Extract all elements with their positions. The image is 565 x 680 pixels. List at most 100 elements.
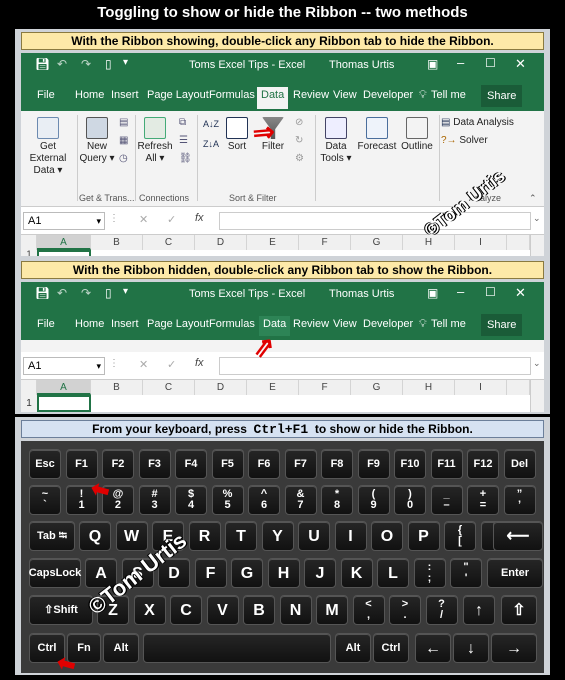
solver-button[interactable]: ?→ Solver	[441, 135, 488, 147]
name-box[interactable]: A1 ▾	[23, 357, 105, 375]
tab-view[interactable]: View	[333, 318, 357, 330]
key-blank[interactable]: ↓	[453, 633, 489, 663]
column-header[interactable]: G	[351, 235, 403, 250]
tell-me-box[interactable]: Tell me	[431, 318, 466, 330]
active-cell-a1[interactable]	[37, 395, 91, 412]
key-y[interactable]: Y	[261, 521, 294, 551]
refresh-all-button[interactable]: Refresh All ▾	[137, 117, 173, 165]
key-6[interactable]: ^ 6	[248, 485, 280, 515]
close-icon[interactable]: ✕	[515, 285, 526, 301]
key-4[interactable]: $4	[175, 485, 207, 515]
column-header[interactable]: E	[247, 235, 299, 250]
tab-view[interactable]: View	[333, 89, 357, 101]
key-k[interactable]: K	[340, 558, 373, 588]
tell-me-box[interactable]: Tell me	[431, 89, 466, 101]
ribbon-options-icon[interactable]: ▣	[427, 286, 438, 300]
key-v[interactable]: V	[206, 595, 239, 625]
key-j[interactable]: J	[304, 558, 336, 588]
row-header[interactable]: 1	[21, 250, 37, 256]
row-header[interactable]: 1	[21, 395, 37, 412]
maximize-icon[interactable]: ☐	[485, 285, 496, 299]
key-p[interactable]: P	[407, 521, 440, 551]
tab-file[interactable]: File	[37, 89, 55, 101]
vertical-scrollbar[interactable]	[530, 235, 544, 256]
key-blank[interactable]: ↑	[463, 595, 495, 625]
key-esc[interactable]: Esc	[29, 449, 61, 479]
select-all-corner[interactable]	[21, 380, 37, 395]
tab-home[interactable]: Home	[75, 89, 104, 101]
maximize-icon[interactable]: ☐	[485, 56, 496, 70]
column-header[interactable]: I	[455, 235, 507, 250]
key-t[interactable]: T	[225, 521, 257, 551]
key-blank[interactable]: ”’	[503, 485, 536, 515]
tab-developer[interactable]: Developer	[363, 89, 413, 101]
key-blank[interactable]: {[	[444, 521, 476, 551]
key-f10[interactable]: F10	[394, 449, 426, 479]
key-h[interactable]: H	[267, 558, 300, 588]
clear-filter-icon[interactable]: ⊘	[295, 117, 303, 128]
key-7[interactable]: & 7	[284, 485, 317, 515]
key-del[interactable]: Del	[503, 449, 536, 479]
tab-review[interactable]: Review	[293, 89, 329, 101]
column-header[interactable]: A	[37, 235, 91, 250]
key-o[interactable]: O	[371, 521, 403, 551]
new-file-icon[interactable]: ▯	[105, 57, 112, 71]
tab-formulas[interactable]: Formulas	[209, 89, 255, 101]
key-m[interactable]: M	[316, 595, 348, 625]
key-u[interactable]: U	[298, 521, 330, 551]
reapply-icon[interactable]: ↻	[295, 135, 303, 146]
connections-icon[interactable]: ⧉	[179, 117, 186, 128]
tab-page-layout[interactable]: Page Layout	[147, 318, 209, 330]
key-blank[interactable]: ←	[415, 633, 451, 663]
vertical-scrollbar[interactable]	[530, 380, 544, 412]
column-header[interactable]: H	[403, 235, 455, 250]
cancel-icon[interactable]: ✕	[139, 358, 148, 371]
insert-function-icon[interactable]: fx	[195, 357, 204, 369]
key-tab[interactable]: Tab ⭾	[29, 521, 75, 551]
key-blank[interactable]: ⟵	[493, 521, 543, 551]
active-cell-a1[interactable]	[37, 250, 91, 256]
key-capslock[interactable]: CapsLock	[29, 558, 81, 588]
column-header[interactable]: F	[299, 380, 351, 395]
column-header[interactable]: C	[143, 235, 195, 250]
from-table-icon[interactable]: ▦	[119, 135, 128, 146]
tab-developer[interactable]: Developer	[363, 318, 413, 330]
column-header[interactable]: C	[143, 380, 195, 395]
column-header[interactable]: G	[351, 380, 403, 395]
collapse-ribbon-icon[interactable]: ⌃	[529, 193, 537, 204]
forecast-button[interactable]: Forecast	[357, 117, 397, 153]
key-q[interactable]: Q	[79, 521, 111, 551]
qat-dropdown-icon[interactable]: ▾	[123, 286, 128, 297]
key-8[interactable]: * 8	[321, 485, 353, 515]
enter-icon[interactable]: ✓	[167, 213, 176, 226]
column-header[interactable]: B	[91, 235, 143, 250]
key-blank[interactable]: ? /	[425, 595, 458, 625]
tell-me-icon[interactable]: 💡︎	[419, 89, 427, 102]
key-f5[interactable]: F5	[211, 449, 244, 479]
name-box[interactable]: A1 ▾	[23, 212, 105, 230]
key-blank[interactable]: >.	[389, 595, 421, 625]
sort-za-icon[interactable]: Z↓A	[203, 139, 219, 149]
column-header[interactable]: F	[299, 235, 351, 250]
tab-insert[interactable]: Insert	[111, 89, 139, 101]
key-x[interactable]: X	[133, 595, 166, 625]
key-blank[interactable]: " '	[450, 558, 482, 588]
enter-icon[interactable]: ✓	[167, 358, 176, 371]
data-tools-button[interactable]: Data Tools ▾	[319, 117, 353, 165]
key-f1[interactable]: F1	[65, 449, 98, 479]
key-f11[interactable]: F11	[430, 449, 463, 479]
key-ctrl[interactable]: Ctrl	[373, 633, 409, 663]
select-all-corner[interactable]	[21, 235, 37, 250]
key-b[interactable]: B	[243, 595, 275, 625]
name-box-dropdown-icon[interactable]: ▾	[96, 358, 101, 374]
column-header[interactable]: B	[91, 380, 143, 395]
close-icon[interactable]: ✕	[515, 56, 526, 72]
user-name[interactable]: Thomas Urtis	[329, 59, 394, 71]
column-header[interactable]: D	[195, 380, 247, 395]
key-0[interactable]: ) 0	[394, 485, 426, 515]
key-c[interactable]: C	[170, 595, 202, 625]
key-f12[interactable]: F12	[467, 449, 499, 479]
column-header-overflow[interactable]	[507, 380, 530, 395]
cancel-icon[interactable]: ✕	[139, 213, 148, 226]
key-n[interactable]: N	[279, 595, 312, 625]
